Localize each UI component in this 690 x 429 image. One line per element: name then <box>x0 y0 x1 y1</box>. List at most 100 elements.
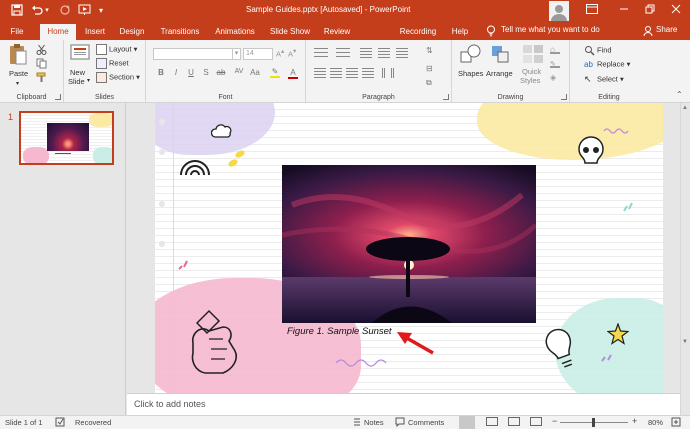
notes-pane[interactable]: Click to add notes <box>127 393 680 415</box>
notes-icon[interactable] <box>352 417 362 429</box>
sunset-photo[interactable] <box>282 165 536 323</box>
quick-styles-label-1[interactable]: Quick <box>522 67 541 76</box>
layout-button[interactable]: Layout ▾ <box>96 44 137 55</box>
restore-icon[interactable] <box>643 4 657 18</box>
share-button[interactable]: Share <box>656 25 677 34</box>
tab-file[interactable]: File <box>6 25 28 40</box>
paragraph-launcher-icon[interactable] <box>443 94 449 100</box>
reset-button[interactable]: Reset <box>96 58 129 69</box>
close-icon[interactable] <box>669 4 683 18</box>
tab-slide-show[interactable]: Slide Show <box>268 25 312 40</box>
slide-sorter-icon[interactable] <box>486 417 498 426</box>
new-slide-icon[interactable] <box>70 43 90 63</box>
figure-caption[interactable]: Figure 1. Sample Sunset <box>287 326 392 337</box>
character-spacing-icon[interactable]: AV <box>234 68 244 75</box>
account-avatar[interactable] <box>549 1 569 21</box>
bold-icon[interactable]: B <box>156 68 166 77</box>
tab-recording[interactable]: Recording <box>396 25 440 40</box>
zoom-in-icon[interactable]: + <box>632 416 637 426</box>
change-case-icon[interactable]: Aa <box>250 68 260 77</box>
align-right-icon[interactable] <box>346 68 358 78</box>
numbering-icon[interactable] <box>336 48 350 58</box>
tell-me-search[interactable]: Tell me what you want to do <box>501 25 600 34</box>
clipboard-launcher-icon[interactable] <box>55 94 61 100</box>
new-slide-dropdown-icon[interactable]: ▾ <box>87 77 90 84</box>
normal-view-icon[interactable] <box>459 416 475 429</box>
scroll-up-icon[interactable]: ▲ <box>682 105 688 111</box>
cut-icon[interactable] <box>36 44 47 57</box>
paste-button[interactable]: Paste <box>9 69 28 78</box>
notes-button[interactable]: Notes <box>364 418 384 427</box>
spell-check-icon[interactable] <box>55 417 65 429</box>
bullets-icon[interactable] <box>314 48 328 58</box>
shapes-button[interactable]: Shapes <box>458 69 483 78</box>
arrange-button[interactable]: Arrange <box>486 69 513 78</box>
shape-fill-icon[interactable]: ◇ <box>550 46 560 54</box>
underline-icon[interactable]: U <box>186 68 196 77</box>
arrange-icon[interactable] <box>490 44 510 64</box>
align-text-icon[interactable]: ⊟ <box>426 64 440 76</box>
section-button[interactable]: Section ▾ <box>96 72 140 83</box>
shape-outline-icon[interactable]: ✎ <box>550 60 560 68</box>
drawing-launcher-icon[interactable] <box>561 94 567 100</box>
replace-button[interactable]: ab Replace ▾ <box>584 59 630 70</box>
shapes-icon[interactable] <box>460 44 481 64</box>
shadow-icon[interactable]: S <box>201 68 211 77</box>
start-from-beginning-icon[interactable] <box>77 4 91 18</box>
customize-toolbar-icon[interactable]: ▾ <box>94 4 108 18</box>
tab-insert[interactable]: Insert <box>82 25 108 40</box>
save-icon[interactable] <box>10 4 24 18</box>
tab-transitions[interactable]: Transitions <box>157 25 203 40</box>
fit-to-window-icon[interactable] <box>671 417 681 429</box>
font-name-dropdown-icon[interactable]: ▾ <box>232 48 241 60</box>
redo-icon[interactable] <box>58 4 72 18</box>
tab-animations[interactable]: Animations <box>212 25 258 40</box>
quick-styles-label-2[interactable]: Styles <box>520 76 540 85</box>
format-painter-icon[interactable] <box>36 72 47 85</box>
collapse-ribbon-icon[interactable]: ⌃ <box>676 90 683 99</box>
slide-show-icon[interactable] <box>530 417 542 426</box>
columns-icon[interactable] <box>382 68 394 78</box>
text-direction-icon[interactable]: ⇅ <box>426 46 440 58</box>
font-size-combo[interactable]: 14 <box>243 48 273 60</box>
tab-design[interactable]: Design <box>117 25 147 40</box>
undo-dropdown-icon[interactable]: ▾ <box>43 4 51 18</box>
shape-effects-icon[interactable]: ◈ <box>550 73 560 83</box>
shrink-font-icon[interactable]: A▾ <box>288 48 296 59</box>
new-slide-label-2[interactable]: Slide <box>68 77 85 86</box>
increase-indent-icon[interactable] <box>378 48 390 58</box>
vertical-scrollbar[interactable]: ▲ ▼ <box>680 103 690 415</box>
minimize-icon[interactable] <box>617 4 631 18</box>
select-button[interactable]: ↖ Select ▾ <box>584 74 624 85</box>
find-button[interactable]: Find <box>584 45 612 56</box>
decrease-indent-icon[interactable] <box>360 48 372 58</box>
comments-icon[interactable] <box>395 417 405 429</box>
tab-home[interactable]: Home <box>40 24 76 40</box>
zoom-out-icon[interactable]: − <box>552 416 557 426</box>
italic-icon[interactable]: I <box>171 68 181 77</box>
reading-view-icon[interactable] <box>508 417 520 426</box>
grow-font-icon[interactable]: A▴ <box>276 48 284 59</box>
slide[interactable]: Figure 1. Sample Sunset <box>155 103 663 393</box>
highlight-icon[interactable]: ✎ <box>270 67 280 78</box>
paste-dropdown-icon[interactable]: ▾ <box>16 80 19 87</box>
undo-icon[interactable] <box>30 4 44 18</box>
copy-icon[interactable] <box>36 58 47 71</box>
share-icon[interactable] <box>643 25 653 37</box>
align-left-icon[interactable] <box>314 68 326 78</box>
line-spacing-icon[interactable] <box>396 48 408 58</box>
new-slide-label-1[interactable]: New <box>70 68 85 77</box>
font-color-icon[interactable]: A <box>288 68 298 79</box>
tab-review[interactable]: Review <box>322 25 352 40</box>
scroll-down-icon[interactable]: ▼ <box>682 339 688 345</box>
tab-help[interactable]: Help <box>449 25 471 40</box>
justify-icon[interactable] <box>362 68 374 78</box>
strikethrough-icon[interactable]: ab <box>216 68 226 77</box>
paste-icon[interactable] <box>8 43 28 65</box>
quick-styles-icon[interactable] <box>522 44 543 64</box>
comments-button[interactable]: Comments <box>408 418 444 427</box>
smartart-icon[interactable]: ⧉ <box>426 78 440 88</box>
notes-placeholder[interactable]: Click to add notes <box>134 399 206 409</box>
zoom-slider-thumb[interactable] <box>592 418 595 427</box>
font-name-combo[interactable] <box>153 48 233 60</box>
